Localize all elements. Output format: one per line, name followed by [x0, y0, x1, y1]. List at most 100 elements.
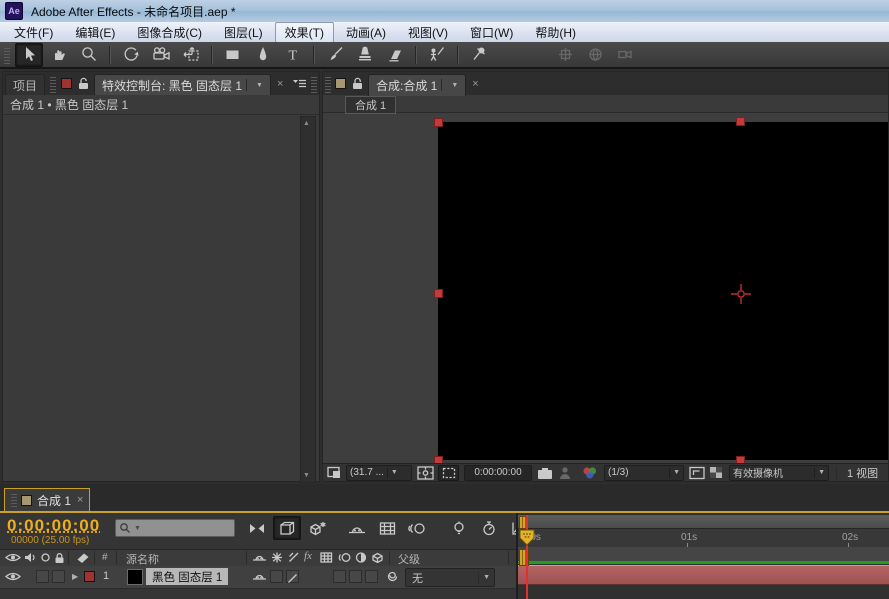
clone-stamp-tool[interactable] — [351, 43, 379, 67]
type-tool[interactable]: T — [279, 43, 307, 67]
frame-blending-button[interactable] — [373, 516, 401, 540]
layer-name-selected[interactable]: 黑色 固态层 1 — [146, 568, 228, 585]
menu-help[interactable]: 帮助(H) — [525, 22, 586, 43]
transparency-grid-button[interactable] — [709, 466, 724, 480]
puppet-pin-tool[interactable] — [465, 43, 493, 67]
viewer-menu-arrow-icon[interactable]: ▼ — [451, 82, 458, 89]
tab-timeline-comp[interactable]: 合成 1 × — [4, 488, 90, 511]
zoom-tool[interactable] — [75, 43, 103, 67]
eraser-tool[interactable] — [381, 43, 409, 67]
selection-tool[interactable] — [15, 43, 43, 67]
layer-video-eye-toggle[interactable] — [5, 571, 21, 582]
timeline-search-box[interactable]: ▼ — [115, 519, 235, 537]
comp-canvas[interactable] — [438, 122, 888, 460]
show-snapshot-button[interactable] — [559, 466, 572, 480]
vertical-scrollbar[interactable]: ▲ ▼ — [300, 116, 316, 483]
channel-button[interactable] — [580, 466, 599, 480]
always-preview-button[interactable] — [327, 466, 341, 480]
viewer-lock-icon[interactable] — [76, 76, 90, 91]
layer-label-color[interactable] — [84, 571, 95, 582]
menu-view[interactable]: 视图(V) — [398, 22, 458, 43]
layer-3d-switch[interactable] — [365, 570, 378, 583]
anchor-point-icon[interactable] — [730, 283, 752, 305]
menu-edit[interactable]: 编辑(E) — [65, 22, 125, 43]
layer-quality-switch[interactable] — [286, 570, 299, 583]
menu-animation[interactable]: 动画(A) — [336, 22, 396, 43]
scroll-down-icon[interactable]: ▼ — [303, 472, 310, 479]
parent-dropdown[interactable]: 无 ▼ — [405, 568, 495, 587]
panel-gripper[interactable] — [325, 75, 331, 93]
layer-row[interactable]: ▶ 1 黑色 固态层 1 无 ▼ — [0, 566, 516, 589]
parent-column-label[interactable]: 父级 — [398, 551, 420, 567]
local-axis-mode-button[interactable] — [551, 43, 579, 67]
menu-composition[interactable]: 图像合成(C) — [127, 22, 212, 43]
tab-effect-controls[interactable]: 特效控制台: 黑色 固态层 1 ▼ — [94, 74, 271, 96]
panel-gripper[interactable] — [50, 75, 56, 93]
menu-window[interactable]: 窗口(W) — [460, 22, 523, 43]
current-time-indicator-head[interactable] — [519, 529, 535, 547]
roto-brush-tool[interactable] — [423, 43, 451, 67]
brainstorm-button[interactable] — [445, 516, 473, 540]
layer-frame-blend-switch[interactable] — [333, 570, 346, 583]
layer-duration-bar[interactable] — [518, 565, 889, 585]
safe-margins-button[interactable] — [417, 466, 434, 480]
camera-view-dropdown[interactable]: 有效摄像机 ▼ — [729, 465, 829, 481]
tab-project[interactable]: 项目 — [5, 74, 45, 96]
hide-shy-layers-button[interactable] — [343, 516, 371, 540]
selection-handle[interactable] — [434, 289, 443, 298]
viewer-subtab[interactable]: 合成 1 — [345, 96, 396, 114]
layer-collapse-switch[interactable] — [270, 570, 283, 583]
title-bar[interactable]: Ae Adobe After Effects - 未命名项目.aep * — [0, 0, 889, 23]
layer-expand-arrow-icon[interactable]: ▶ — [72, 572, 78, 581]
camera-tool[interactable] — [147, 43, 175, 67]
source-name-column-label[interactable]: 源名称 — [126, 551, 159, 567]
time-ruler[interactable]: :00s 01s 02s — [518, 529, 889, 548]
take-snapshot-button[interactable] — [537, 466, 553, 480]
rectangle-mask-tool[interactable] — [219, 43, 247, 67]
menu-file[interactable]: 文件(F) — [4, 22, 63, 43]
pan-behind-tool[interactable] — [177, 43, 205, 67]
number-column-label[interactable]: # — [102, 552, 108, 563]
layer-audio-toggle[interactable] — [36, 570, 49, 583]
layer-shy-switch[interactable] — [252, 571, 267, 582]
selection-handle[interactable] — [736, 117, 745, 126]
close-panel-icon[interactable]: × — [472, 78, 478, 90]
current-time-indicator-line[interactable] — [526, 515, 528, 599]
draft-3d-button[interactable] — [273, 516, 301, 540]
preview-time-field[interactable]: 0:00:00:00 — [464, 465, 532, 481]
panel-gripper[interactable] — [11, 493, 17, 507]
menu-effect[interactable]: 效果(T) — [275, 22, 334, 43]
view-layout-dropdown[interactable]: 1 视图 — [844, 466, 881, 480]
parent-pickwhip-icon[interactable] — [386, 570, 399, 583]
close-panel-icon[interactable]: × — [277, 78, 283, 90]
close-panel-icon[interactable]: × — [77, 494, 83, 506]
layer-motion-blur-switch[interactable] — [349, 570, 362, 583]
menu-layer[interactable]: 图层(L) — [214, 22, 273, 43]
search-options-arrow-icon[interactable]: ▼ — [134, 525, 141, 532]
current-time-field[interactable]: 0:00:00:00 — [7, 516, 100, 536]
selection-handle[interactable] — [434, 118, 443, 127]
panel-gripper[interactable] — [311, 75, 317, 93]
auto-keyframe-button[interactable] — [475, 516, 503, 540]
hand-tool[interactable] — [45, 43, 73, 67]
tab-composition-viewer[interactable]: 合成:合成 1 ▼ — [368, 74, 466, 96]
magnification-dropdown[interactable]: (31.7 ... ▼ — [346, 465, 412, 481]
panel-gripper[interactable] — [4, 46, 10, 64]
resolution-dropdown[interactable]: (1/3) ▼ — [604, 465, 684, 481]
pen-tool[interactable] — [249, 43, 277, 67]
viewer-menu-arrow-icon[interactable]: ▼ — [256, 82, 263, 89]
mini-flowchart-button[interactable] — [243, 516, 271, 540]
brush-tool[interactable] — [321, 43, 349, 67]
view-axis-mode-button[interactable] — [611, 43, 639, 67]
world-axis-mode-button[interactable] — [581, 43, 609, 67]
mask-visibility-toggle[interactable] — [438, 465, 459, 481]
work-area-bar[interactable] — [518, 515, 889, 529]
layer-solo-toggle[interactable] — [52, 570, 65, 583]
region-of-interest-button[interactable] — [689, 466, 705, 480]
panel-menu-icon[interactable] — [291, 77, 308, 90]
rotation-tool[interactable] — [117, 43, 145, 67]
work-area-start-marker[interactable] — [519, 549, 529, 566]
viewer-unlock-icon[interactable] — [350, 76, 364, 91]
search-input[interactable] — [141, 521, 234, 535]
motion-blur-button[interactable] — [403, 516, 431, 540]
